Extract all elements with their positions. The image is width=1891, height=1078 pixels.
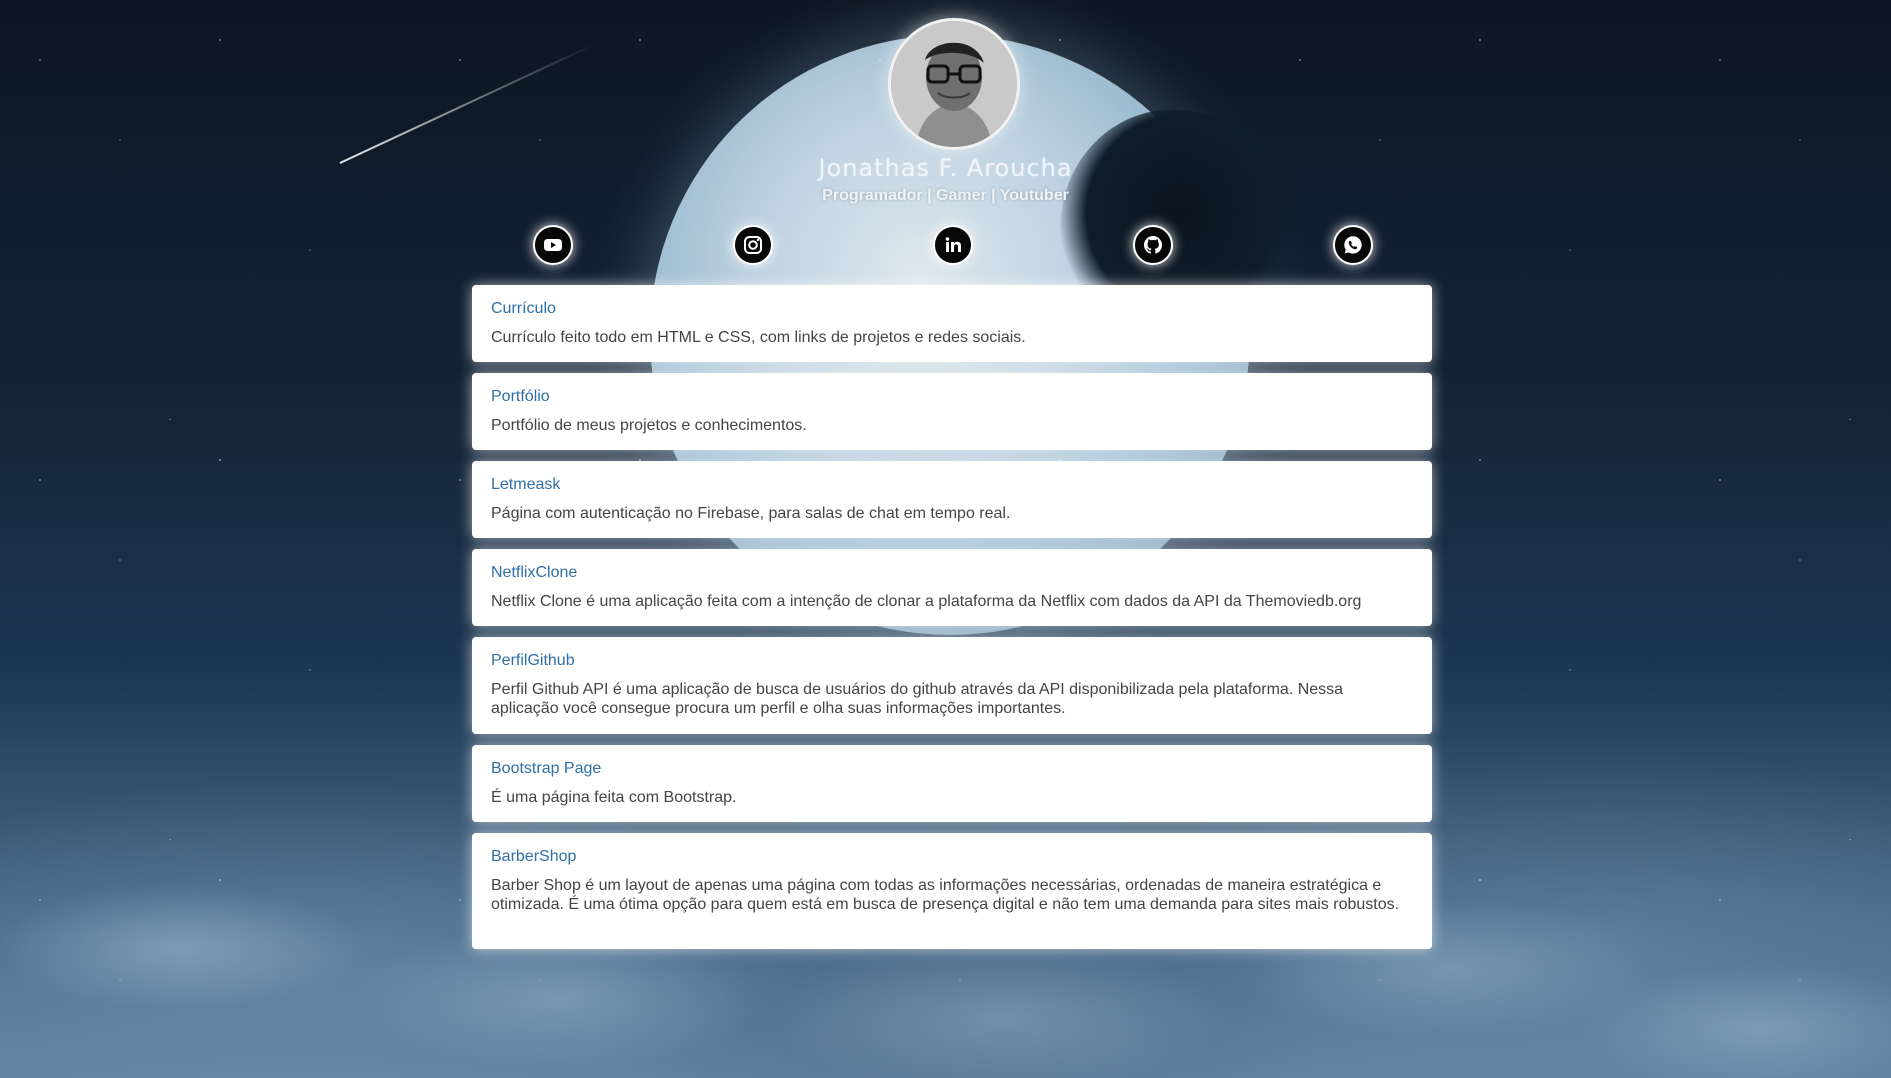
github-icon (1141, 233, 1165, 257)
project-description: Barber Shop é um layout de apenas uma pá… (491, 877, 1400, 913)
project-description: Currículo feito todo em HTML e CSS, com … (491, 329, 1026, 346)
project-title-link[interactable]: Letmeask (491, 476, 1410, 494)
project-title-link[interactable]: BarberShop (491, 848, 1410, 866)
project-description: Perfil Github API é uma aplicação de bus… (491, 681, 1344, 717)
linkedin-link[interactable] (933, 225, 973, 265)
project-card[interactable]: Portfólio Portfólio de meus projetos e c… (472, 373, 1432, 450)
whatsapp-icon (1341, 233, 1365, 257)
github-link[interactable] (1133, 225, 1173, 265)
project-title-link[interactable]: Portfólio (491, 388, 1410, 406)
project-title-link[interactable]: Bootstrap Page (491, 760, 1410, 778)
project-title-link[interactable]: PerfilGithub (491, 652, 1410, 670)
project-description: Netflix Clone é uma aplicação feita com … (491, 593, 1362, 610)
youtube-icon (541, 233, 565, 257)
project-card[interactable]: Bootstrap Page É uma página feita com Bo… (472, 745, 1432, 822)
project-card[interactable]: PerfilGithub Perfil Github API é uma apl… (472, 637, 1432, 734)
profile-subtitle: Programador | Gamer | Youtuber (822, 187, 1069, 204)
project-description: Portfólio de meus projetos e conheciment… (491, 417, 807, 434)
instagram-icon (741, 233, 765, 257)
project-title-link[interactable]: Currículo (491, 300, 1410, 318)
project-description: É uma página feita com Bootstrap. (491, 789, 737, 806)
project-card[interactable]: Currículo Currículo feito todo em HTML e… (472, 285, 1432, 362)
project-card[interactable]: BarberShop Barber Shop é um layout de ap… (472, 833, 1432, 949)
page-container: Jonathas F. Aroucha Programador | Gamer … (0, 0, 1891, 1078)
linkedin-icon (941, 233, 965, 257)
youtube-link[interactable] (533, 225, 573, 265)
project-card[interactable]: Letmeask Página com autenticação no Fire… (472, 461, 1432, 538)
profile-name: Jonathas F. Aroucha (818, 154, 1073, 182)
project-title-link[interactable]: NetflixClone (491, 564, 1410, 582)
profile-avatar (888, 18, 1020, 150)
project-card[interactable]: NetflixClone Netflix Clone é uma aplicaç… (472, 549, 1432, 626)
project-description: Página com autenticação no Firebase, par… (491, 505, 1011, 522)
instagram-link[interactable] (733, 225, 773, 265)
whatsapp-link[interactable] (1333, 225, 1373, 265)
